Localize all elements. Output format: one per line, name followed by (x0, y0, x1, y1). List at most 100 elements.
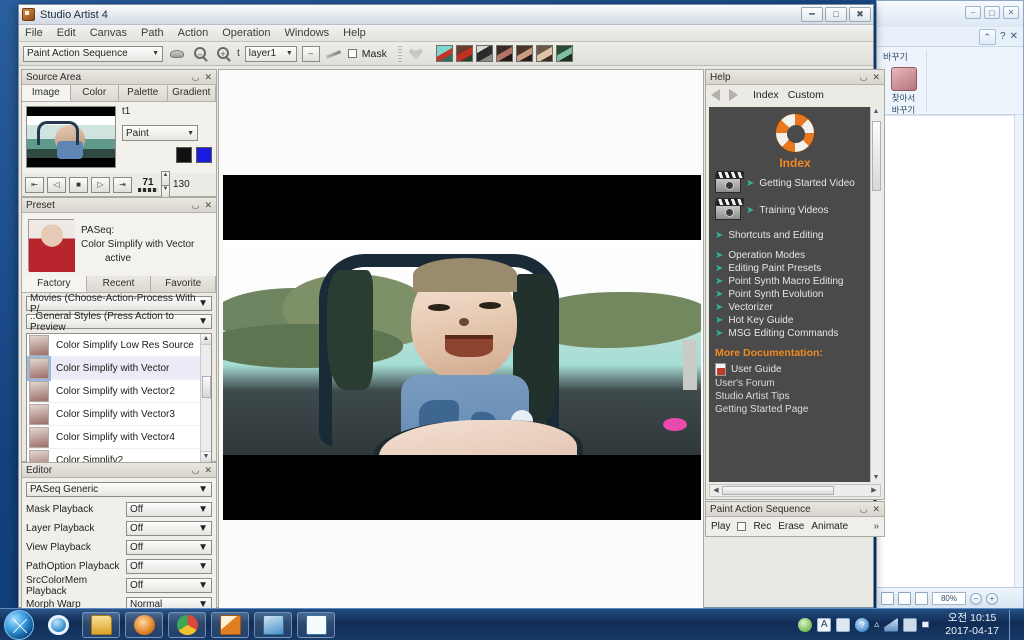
help-link-hot-key-guide[interactable]: Hot Key Guide (728, 315, 793, 326)
paseq-erase-button[interactable]: Erase (778, 521, 804, 532)
close-icon[interactable]: ✕ (872, 504, 880, 515)
editor-panel[interactable]: Editor ◡ ✕ PASeq Generic ▼ Mask Playback… (21, 462, 217, 614)
close-button[interactable]: ✖ (849, 7, 871, 22)
help-link-operation-modes[interactable]: Operation Modes (728, 250, 805, 261)
row-combo[interactable]: Off ▼ (126, 540, 212, 555)
mask-checkbox[interactable] (347, 49, 357, 58)
menu-canvas[interactable]: Canvas (90, 27, 127, 39)
close-icon[interactable]: ✕ (204, 200, 212, 211)
minus-button[interactable]: – (301, 45, 320, 62)
editor-header-buttons[interactable]: ◡ ✕ (192, 465, 212, 476)
paint-action-sequence-panel[interactable]: Paint Action Sequence ◡ ✕ Play Rec Erase… (705, 501, 885, 537)
list-item[interactable]: Color Simplify Low Res Source (27, 334, 211, 357)
help-link-user-guide[interactable]: User Guide (731, 364, 782, 375)
editor-preset-combo[interactable]: PASeq Generic ▼ (26, 482, 212, 497)
first-frame-button[interactable]: ⇤ (25, 176, 44, 193)
studio-artist-window[interactable]: Studio Artist 4 ━ □ ✖ File Edit Canvas P… (18, 4, 885, 614)
help-content[interactable]: Index ➤ Getting Started Video ➤ Training… (709, 107, 881, 482)
editor-row-layer-playback[interactable]: Layer Playback Off ▼ (22, 519, 216, 538)
scroll-down-icon[interactable]: ▼ (871, 474, 881, 481)
help-row-hot-key-guide[interactable]: ➤ Hot Key Guide (709, 314, 881, 327)
stop-button[interactable]: ■ (69, 176, 88, 193)
volume-icon[interactable] (922, 617, 933, 632)
editor-row-view-playback[interactable]: View Playback Off ▼ (22, 538, 216, 557)
scroll-up-icon[interactable]: ▲ (871, 107, 881, 115)
list-item[interactable]: Color Simplify with Vector3 (27, 403, 211, 426)
menu-path[interactable]: Path (141, 27, 164, 39)
help-tab-index[interactable]: Index (753, 89, 779, 101)
history-thumb-4[interactable] (495, 45, 513, 62)
row-combo[interactable]: Off ▼ (126, 502, 212, 517)
help-link-users-forum[interactable]: User's Forum (709, 377, 881, 390)
show-desktop-button[interactable] (1009, 609, 1018, 640)
editor-row-mask-playback[interactable]: Mask Playback Off ▼ (22, 500, 216, 519)
preset-thumbnail[interactable] (28, 218, 75, 272)
taskbar-app-internet-explorer[interactable] (39, 612, 77, 638)
help-link-getting-started-video[interactable]: Getting Started Video (759, 178, 854, 189)
float-icon[interactable]: ◡ (192, 465, 200, 476)
scrollbar-thumb[interactable] (872, 121, 881, 191)
taskbar-app-image-viewer[interactable] (254, 611, 292, 638)
menubar[interactable]: File Edit Canvas Path Action Operation W… (19, 25, 873, 42)
background-color-chip[interactable] (196, 147, 212, 163)
source-thumbnail[interactable] (26, 106, 116, 168)
menu-help[interactable]: Help (343, 27, 366, 39)
background-document-area[interactable] (877, 115, 1023, 587)
paseq-animate-button[interactable]: Animate (811, 521, 848, 532)
help-row-editing-paint-presets[interactable]: ➤ Editing Paint Presets (709, 262, 881, 275)
help-row-operation-modes[interactable]: ➤ Operation Modes (709, 249, 881, 262)
close-icon[interactable]: ✕ (204, 465, 212, 476)
help-header-buttons[interactable]: ◡ ✕ (860, 72, 880, 83)
tab-favorite[interactable]: Favorite (151, 276, 217, 292)
scroll-right-icon[interactable]: ▶ (869, 486, 879, 494)
scroll-left-icon[interactable]: ◀ (711, 486, 721, 494)
background-office-window[interactable]: – ◻ ✕ ⌃ ? ✕ 바꾸기 찾아서 바꾸기 80% – + (876, 0, 1024, 610)
mode-combo[interactable]: Paint Action Sequence ▼ (23, 45, 163, 62)
help-row-shortcuts[interactable]: ➤ Shortcuts and Editing (709, 229, 881, 242)
start-orb-icon[interactable] (4, 609, 34, 640)
help-row-vectorizer[interactable]: ➤ Vectorizer (709, 301, 881, 314)
help-panel[interactable]: Help ◡ ✕ Index Custom Index ➤ Getting St… (705, 69, 885, 500)
history-thumbnails[interactable] (435, 45, 573, 62)
help-row-point-synth-evolution[interactable]: ➤ Point Synth Evolution (709, 288, 881, 301)
editor-row-srccolormem-playback[interactable]: SrcColorMem Playback Off ▼ (22, 575, 216, 597)
tab-palette[interactable]: Palette (119, 85, 168, 101)
system-tray[interactable]: A ? ▵ 오전 10:15 2017-04-17 (798, 609, 1024, 640)
preset-category-combo[interactable]: Movies (Choose-Action-Process With P/ ▼ (26, 293, 212, 315)
play-button[interactable]: ▷ (91, 176, 110, 193)
help-link-point-synth-macro-editing[interactable]: Point Synth Macro Editing (728, 276, 843, 287)
help-link-point-synth-evolution[interactable]: Point Synth Evolution (728, 289, 823, 300)
help-link-studio-artist-tips[interactable]: Studio Artist Tips (709, 390, 881, 403)
row-combo[interactable]: Off ▼ (126, 559, 212, 574)
paseq-rec-label[interactable]: Rec (753, 521, 771, 532)
menu-action[interactable]: Action (178, 27, 209, 39)
history-thumb-2[interactable] (455, 45, 473, 62)
tab-image[interactable]: Image (22, 85, 71, 101)
preset-list-scrollbar[interactable]: ▲ ▼ (200, 334, 211, 462)
help-navigation[interactable]: Index Custom (706, 85, 884, 104)
scroll-up-icon[interactable]: ▲ (201, 334, 211, 345)
brush-icon[interactable] (168, 45, 186, 63)
scrollbar-thumb[interactable] (202, 376, 211, 398)
history-thumb-6[interactable] (535, 45, 553, 62)
zoom-out-icon[interactable]: – (970, 592, 982, 605)
zoom-in-icon[interactable]: + (214, 45, 232, 63)
restore-button[interactable]: □ (825, 7, 847, 22)
taskbar-app-media-player[interactable] (125, 611, 163, 638)
scrollbar-thumb[interactable] (722, 486, 834, 495)
row-combo[interactable]: Off ▼ (126, 578, 212, 593)
forward-arrow-icon[interactable] (729, 88, 738, 101)
help-row-point-synth-macro[interactable]: ➤ Point Synth Macro Editing (709, 275, 881, 288)
menu-windows[interactable]: Windows (285, 27, 330, 39)
paseq-play-button[interactable]: Play (711, 521, 730, 532)
help-row-msg-editing[interactable]: ➤ MSG Editing Commands (709, 327, 881, 340)
spinner-up-icon[interactable]: ▲ (161, 170, 170, 185)
source-area-header-buttons[interactable]: ◡ ✕ (192, 72, 212, 83)
tab-recent[interactable]: Recent (86, 276, 152, 292)
help-horizontal-scrollbar[interactable]: ◀ ▶ (709, 484, 881, 497)
text-input-icon[interactable]: A (817, 617, 832, 632)
float-icon[interactable]: ◡ (192, 72, 200, 83)
float-icon[interactable]: ◡ (860, 504, 868, 515)
tab-gradient[interactable]: Gradient (167, 85, 216, 101)
preset-tabs[interactable]: Factory Recent Favorite (22, 276, 217, 293)
